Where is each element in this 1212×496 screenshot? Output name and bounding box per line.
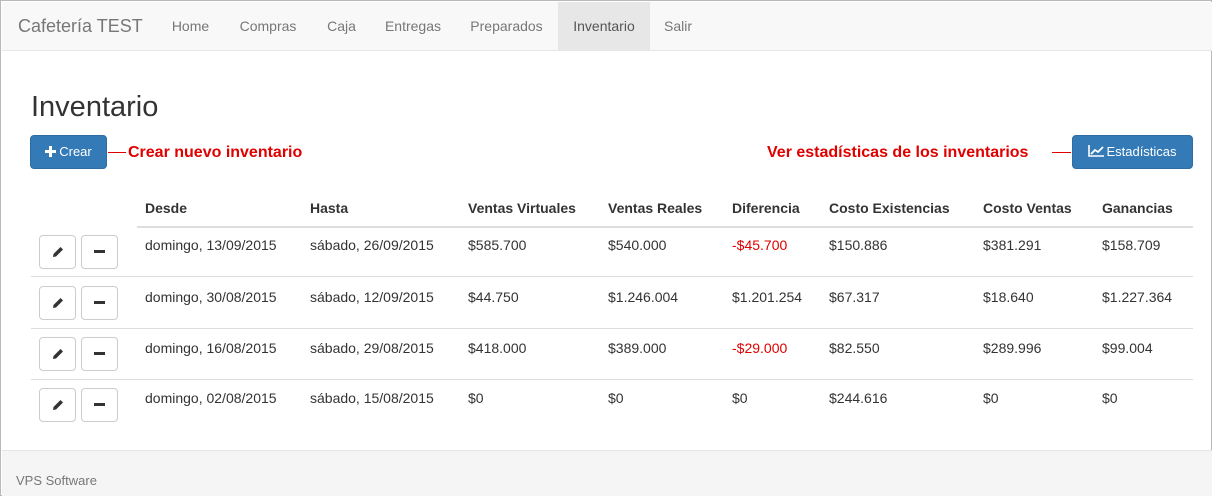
pencil-icon <box>52 400 63 410</box>
column-header-costo-ventas[interactable]: Costo Ventas <box>983 200 1072 216</box>
edit-button[interactable] <box>39 286 76 320</box>
cell-diferencia: -$45.700 <box>732 237 788 253</box>
cell-hasta: sábado, 26/09/2015 <box>310 237 434 253</box>
cell-ganancias: $0 <box>1102 390 1118 406</box>
create-annotation: Crear nuevo inventario <box>128 144 303 161</box>
statistics-button[interactable]: Estadísticas <box>1072 135 1193 169</box>
minus-icon <box>94 301 105 304</box>
cell-ventas-reales: $1.246.004 <box>608 289 679 305</box>
cell-diferencia: $0 <box>732 390 748 406</box>
cell-desde: domingo, 13/09/2015 <box>145 237 277 253</box>
cell-costo-existencias: $244.616 <box>829 390 888 406</box>
page-title: Inventario <box>31 91 159 123</box>
nav-item-home[interactable]: Home <box>157 2 224 51</box>
nav-item-entregas[interactable]: Entregas <box>371 2 455 51</box>
line-chart-icon <box>1088 145 1105 157</box>
statistics-button-label: Estadísticas <box>1106 144 1177 159</box>
cell-costo-existencias: $82.550 <box>829 340 880 356</box>
row-divider <box>31 379 1193 380</box>
column-header-costo-existencias[interactable]: Costo Existencias <box>829 200 950 216</box>
minus-icon <box>94 352 105 355</box>
brand[interactable]: Cafetería TEST <box>18 16 143 37</box>
create-button[interactable]: Crear <box>30 135 107 169</box>
cell-costo-existencias: $67.317 <box>829 289 880 305</box>
delete-button[interactable] <box>81 235 118 269</box>
table-header-divider <box>137 226 1193 228</box>
delete-button[interactable] <box>81 388 118 422</box>
edit-button[interactable] <box>39 337 76 371</box>
nav-item-preparados[interactable]: Preparados <box>455 2 558 51</box>
row-divider <box>31 328 1193 329</box>
cell-costo-existencias: $150.886 <box>829 237 888 253</box>
app-window: Cafetería TEST Home Compras Caja Entrega… <box>0 0 1212 496</box>
column-header-hasta[interactable]: Hasta <box>310 200 348 216</box>
footer-text: VPS Software <box>16 473 97 488</box>
pencil-icon <box>52 247 63 257</box>
nav-item-caja[interactable]: Caja <box>312 2 371 51</box>
cell-ventas-virtuales: $44.750 <box>468 289 519 305</box>
pencil-icon <box>52 349 63 359</box>
pencil-icon <box>52 298 63 308</box>
minus-icon <box>94 403 105 406</box>
cell-hasta: sábado, 12/09/2015 <box>310 289 434 305</box>
plus-icon <box>45 146 57 157</box>
cell-costo-ventas: $289.996 <box>983 340 1042 356</box>
cell-ganancias: $158.709 <box>1102 237 1161 253</box>
stats-annotation: Ver estadísticas de los inventarios <box>767 144 1029 161</box>
create-button-label: Crear <box>59 144 92 159</box>
cell-costo-ventas: $18.640 <box>983 289 1034 305</box>
column-header-ventas-virtuales[interactable]: Ventas Virtuales <box>468 200 576 216</box>
delete-button[interactable] <box>81 337 118 371</box>
cell-diferencia: $1.201.254 <box>732 289 803 305</box>
minus-icon <box>94 250 105 253</box>
edit-button[interactable] <box>39 388 76 422</box>
cell-ventas-reales: $540.000 <box>608 237 667 253</box>
cell-ventas-virtuales: $0 <box>468 390 484 406</box>
column-header-desde[interactable]: Desde <box>145 200 187 216</box>
row-divider <box>31 276 1193 277</box>
cell-costo-ventas: $381.291 <box>983 237 1042 253</box>
footer: VPS Software <box>2 450 1212 496</box>
create-annotation-line <box>108 152 126 153</box>
nav-item-salir[interactable]: Salir <box>650 2 706 51</box>
cell-ventas-virtuales: $418.000 <box>468 340 527 356</box>
navbar: Cafetería TEST Home Compras Caja Entrega… <box>2 2 1212 51</box>
nav-item-compras[interactable]: Compras <box>224 2 312 51</box>
nav-item-inventario[interactable]: Inventario <box>558 2 650 51</box>
cell-hasta: sábado, 29/08/2015 <box>310 340 434 356</box>
cell-costo-ventas: $0 <box>983 390 999 406</box>
cell-ventas-reales: $0 <box>608 390 624 406</box>
cell-hasta: sábado, 15/08/2015 <box>310 390 434 406</box>
cell-ventas-reales: $389.000 <box>608 340 667 356</box>
stats-annotation-line <box>1052 152 1071 153</box>
cell-ganancias: $99.004 <box>1102 340 1153 356</box>
column-header-diferencia[interactable]: Diferencia <box>732 200 800 216</box>
column-header-ventas-reales[interactable]: Ventas Reales <box>608 200 702 216</box>
cell-desde: domingo, 02/08/2015 <box>145 390 277 406</box>
delete-button[interactable] <box>81 286 118 320</box>
cell-desde: domingo, 30/08/2015 <box>145 289 277 305</box>
cell-desde: domingo, 16/08/2015 <box>145 340 277 356</box>
cell-diferencia: -$29.000 <box>732 340 788 356</box>
cell-ganancias: $1.227.364 <box>1102 289 1173 305</box>
cell-ventas-virtuales: $585.700 <box>468 237 527 253</box>
edit-button[interactable] <box>39 235 76 269</box>
column-header-ganancias[interactable]: Ganancias <box>1102 200 1173 216</box>
